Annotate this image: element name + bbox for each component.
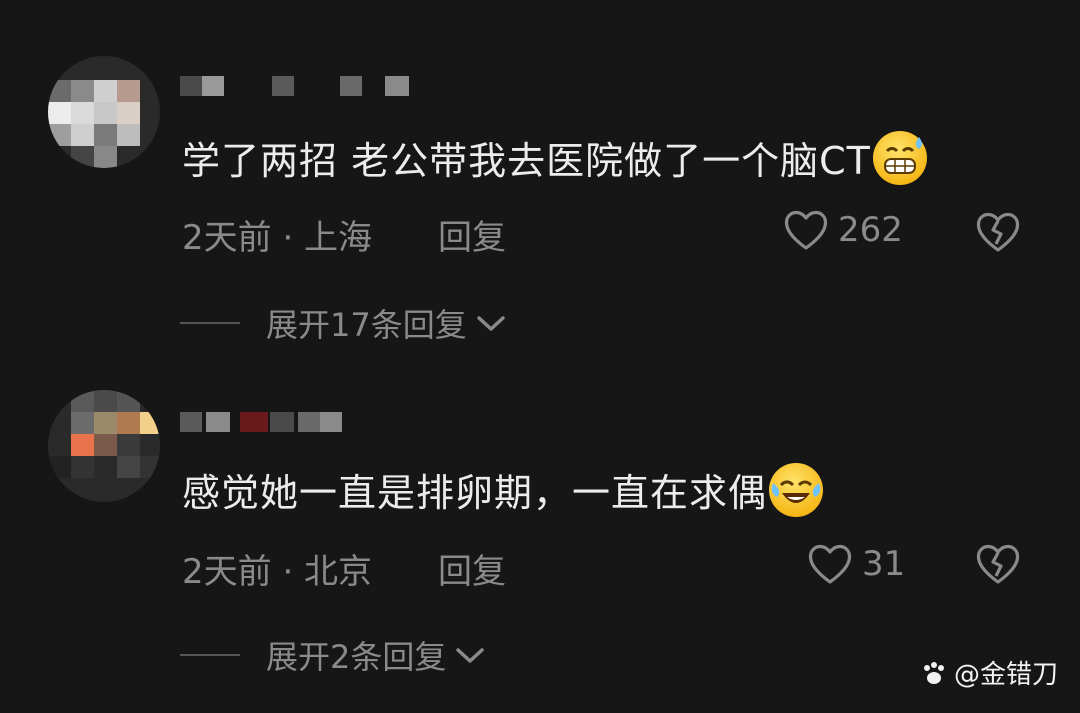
like-count: 31 — [862, 544, 906, 584]
expand-replies-button[interactable]: 展开2条回复 — [180, 632, 486, 678]
reply-button[interactable]: 回复 — [438, 544, 506, 593]
comment-text: 学了两招 老公带我去医院做了一个脑CT — [182, 130, 927, 185]
heart-icon — [808, 544, 852, 584]
paw-icon — [923, 661, 944, 684]
tears-of-joy-emoji — [769, 462, 824, 517]
comment-meta: 2天前 · 上海 — [182, 218, 373, 258]
reply-button[interactable]: 回复 — [438, 210, 506, 259]
avatar[interactable] — [48, 390, 160, 502]
comment-text: 感觉她一直是排卵期，一直在求偶 — [182, 462, 824, 517]
grimacing-sweat-emoji — [872, 130, 927, 185]
divider — [180, 654, 240, 656]
broken-heart-icon[interactable] — [974, 210, 1022, 254]
like-button[interactable]: 262 — [782, 208, 903, 252]
divider — [180, 322, 240, 324]
avatar[interactable] — [48, 56, 160, 168]
like-count: 262 — [838, 210, 903, 250]
username[interactable] — [180, 76, 420, 98]
comment-item: 学了两招 老公带我去医院做了一个脑CT 2天前 · 上海 回复 262 展开17… — [0, 0, 1080, 344]
like-button[interactable]: 31 — [806, 542, 905, 586]
broken-heart-icon[interactable] — [974, 542, 1022, 586]
chevron-down-icon — [476, 316, 505, 331]
expand-replies-button[interactable]: 展开17条回复 — [180, 300, 507, 346]
username[interactable] — [180, 412, 420, 434]
comment-meta: 2天前 · 北京 — [182, 552, 373, 592]
watermark: @金错刀 — [920, 654, 1058, 691]
heart-icon — [784, 210, 828, 250]
chevron-down-icon — [456, 648, 485, 663]
